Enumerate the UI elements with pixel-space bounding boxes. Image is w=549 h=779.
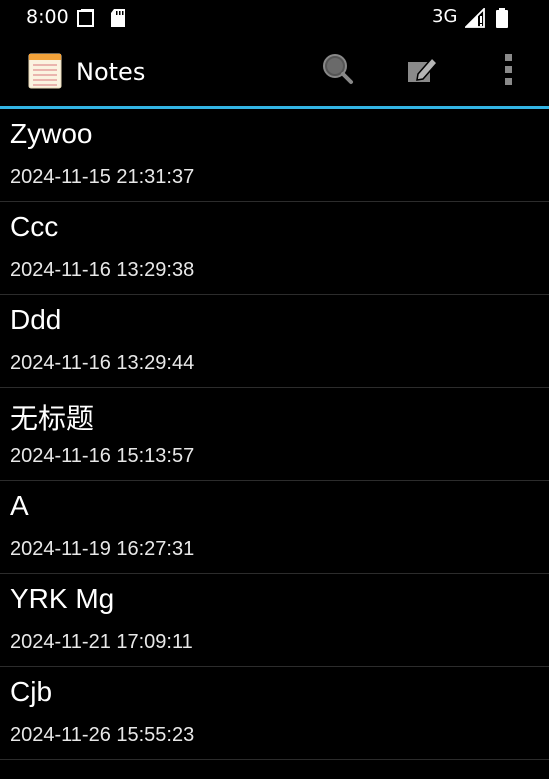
note-list-item[interactable]: 无标题 2024-11-16 15:13:57	[0, 388, 549, 481]
compose-icon	[405, 52, 439, 90]
note-date: 2024-11-21 17:09:11	[10, 631, 193, 653]
overflow-menu-icon	[502, 52, 514, 90]
signal-icon	[463, 6, 487, 32]
search-icon	[320, 52, 354, 90]
notes-list: Zywoo 2024-11-15 21:31:37 Ccc 2024-11-16…	[0, 109, 549, 760]
note-date: 2024-11-16 13:29:38	[10, 259, 195, 281]
notepad-icon[interactable]	[27, 52, 63, 90]
note-title: A	[10, 490, 29, 521]
note-date: 2024-11-19 16:27:31	[10, 538, 195, 560]
note-list-item[interactable]: A 2024-11-19 16:27:31	[0, 481, 549, 574]
network-type: 3G	[432, 6, 458, 27]
search-button[interactable]	[317, 51, 357, 91]
action-bar: Notes	[0, 36, 549, 106]
note-list-item[interactable]: Zywoo 2024-11-15 21:31:37	[0, 109, 549, 202]
note-list-item[interactable]: Ddd 2024-11-16 13:29:44	[0, 295, 549, 388]
compose-note-button[interactable]	[402, 51, 442, 91]
note-list-item[interactable]: YRK Mg 2024-11-21 17:09:11	[0, 574, 549, 667]
note-title: Ccc	[10, 211, 59, 242]
sd-card-icon	[110, 8, 126, 32]
note-date: 2024-11-26 15:55:23	[10, 724, 195, 746]
note-title: Zywoo	[10, 118, 93, 149]
screenshot-notification-icon	[76, 8, 96, 32]
battery-icon	[495, 8, 509, 32]
note-list-item[interactable]: Ccc 2024-11-16 13:29:38	[0, 202, 549, 295]
app-title: Notes	[76, 58, 146, 86]
note-list-item[interactable]: Cjb 2024-11-26 15:55:23	[0, 667, 549, 760]
status-bar: 8:00 3G	[0, 0, 549, 36]
note-date: 2024-11-16 13:29:44	[10, 352, 195, 374]
status-time: 8:00	[26, 6, 69, 28]
note-date: 2024-11-16 15:13:57	[10, 445, 195, 467]
note-title: Cjb	[10, 676, 53, 707]
note-date: 2024-11-15 21:31:37	[10, 166, 195, 188]
overflow-menu-button[interactable]	[488, 51, 528, 91]
note-title: YRK Mg	[10, 583, 115, 614]
note-title: Ddd	[10, 304, 62, 335]
note-title: 无标题	[10, 403, 95, 434]
